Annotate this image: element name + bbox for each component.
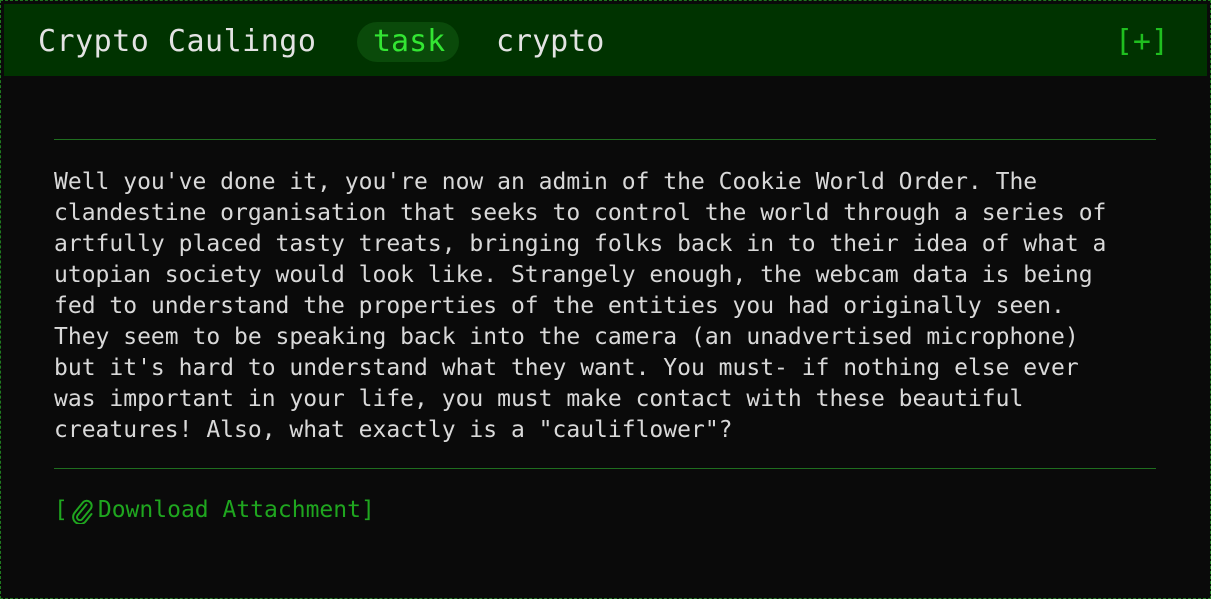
challenge-header: Crypto Caulingo task crypto [+] [4, 4, 1207, 76]
download-attachment-link[interactable]: [ Download Attachment ] [54, 495, 375, 526]
category-label: crypto [496, 24, 605, 59]
attachment-label: Download Attachment [97, 497, 361, 523]
divider-bottom [54, 468, 1156, 469]
paperclip-icon [71, 499, 93, 524]
expand-button[interactable]: [+] [1115, 22, 1169, 62]
challenge-description: Well you've done it, you're now an admin… [54, 169, 1107, 443]
challenge-card: Crypto Caulingo task crypto [+] Well you… [0, 0, 1211, 599]
challenge-title: Crypto Caulingo [38, 24, 317, 59]
tag-badge: task [357, 22, 460, 62]
attachment-open-bracket: [ [54, 497, 68, 523]
attachment-close-bracket: ] [360, 497, 375, 523]
divider-top [54, 139, 1156, 140]
